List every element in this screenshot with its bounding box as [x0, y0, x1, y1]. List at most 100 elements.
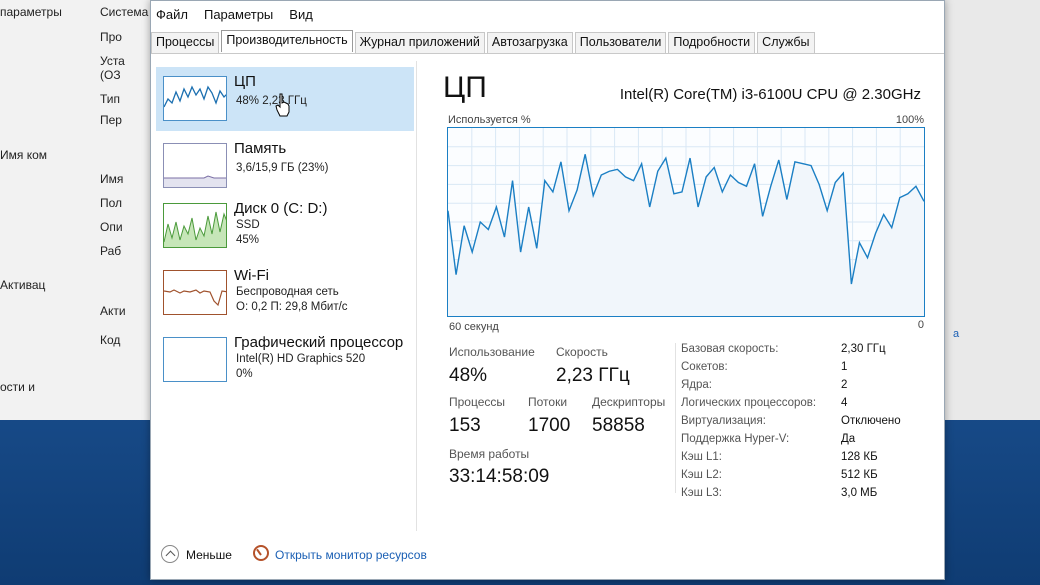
open-resource-monitor-link[interactable]: Открыть монитор ресурсов: [275, 548, 427, 562]
spec-label: Виртуализация:: [681, 415, 766, 427]
settings-link[interactable]: а: [953, 328, 959, 340]
settings-nav-label: Имя ком: [0, 148, 48, 162]
spec-value: 128 КБ: [841, 451, 878, 463]
gpu-model: Intel(R) HD Graphics 520: [236, 353, 366, 365]
wifi-title: Wi-Fi: [234, 267, 269, 284]
settings-field-label: Раб: [100, 244, 122, 258]
hand-cursor-icon: [275, 93, 290, 117]
tab-strip: Процессы Производительность Журнал прило…: [151, 30, 817, 54]
chevron-up-icon[interactable]: [161, 545, 179, 563]
wifi-thumbnail-graph: [163, 270, 227, 315]
disk-thumbnail-graph: [163, 203, 227, 248]
uptime-label: Время работы: [449, 447, 530, 461]
spec-label: Ядра:: [681, 379, 713, 391]
processes-label: Процессы: [449, 395, 506, 409]
spec-label: Сокетов:: [681, 361, 728, 373]
usage-label: Использование: [449, 345, 535, 359]
settings-field-label: Акти: [100, 304, 126, 318]
settings-field-label: Про: [100, 30, 122, 44]
settings-field-label: Опи: [100, 220, 123, 234]
sidebar-item-gpu[interactable]: Графический процессор Intel(R) HD Graphi…: [156, 328, 414, 392]
graph-max-label: 100%: [895, 114, 924, 126]
settings-field-label: Пол: [100, 196, 123, 210]
spec-value: 1: [841, 361, 848, 373]
sidebar-item-memory[interactable]: Память 3,6/15,9 ГБ (23%): [156, 134, 414, 198]
resource-sidebar: ЦП 48% 2,23 ГГц Память 3,6/15,9 ГБ (23%)…: [151, 61, 416, 531]
disk-usage: 45%: [236, 234, 260, 246]
disk-title: Диск 0 (C: D:): [234, 200, 328, 217]
settings-field-label: Система: [100, 5, 149, 19]
menu-options[interactable]: Параметры: [202, 7, 275, 27]
graph-zero-label: 0: [917, 319, 924, 331]
fewer-details-button[interactable]: Меньше: [186, 548, 232, 562]
gpu-thumbnail-graph: [163, 337, 227, 382]
settings-field-label: Имя: [100, 172, 124, 186]
handles-label: Дескрипторы: [592, 395, 666, 409]
spec-value: Отключено: [841, 415, 901, 427]
cpu-summary: 48% 2,23 ГГц: [236, 95, 307, 107]
spec-value: Да: [841, 433, 856, 445]
memory-thumbnail-graph: [163, 143, 227, 188]
cpu-usage-graph: [447, 127, 925, 317]
tab-divider: [151, 53, 944, 54]
processes-value: 153: [449, 415, 481, 436]
resource-monitor-icon[interactable]: [253, 545, 269, 561]
spec-value: 4: [841, 397, 848, 409]
settings-field-label: Тип: [100, 92, 121, 106]
graph-time-label: 60 секунд: [449, 321, 499, 333]
spec-value: 512 КБ: [841, 469, 878, 481]
spec-label: Базовая скорость:: [681, 343, 779, 355]
spec-label: Логических процессоров:: [681, 397, 817, 409]
menu-file[interactable]: Файл: [154, 7, 190, 27]
tab-performance[interactable]: Производительность: [221, 30, 353, 52]
task-manager-window: Файл Параметры Вид Процессы Производител…: [150, 0, 945, 580]
spec-label: Кэш L3:: [681, 487, 722, 499]
tab-users[interactable]: Пользователи: [574, 32, 667, 54]
wifi-throughput: О: 0,2 П: 29,8 Мбит/с: [236, 301, 348, 313]
gpu-usage: 0%: [236, 368, 253, 380]
settings-nav-label: Активац: [0, 278, 46, 292]
sidebar-item-disk[interactable]: Диск 0 (C: D:) SSD 45%: [156, 194, 414, 258]
cpu-panel-title: ЦП: [443, 71, 487, 104]
settings-field-label: Пер: [100, 113, 122, 127]
memory-summary: 3,6/15,9 ГБ (23%): [236, 162, 329, 174]
uptime-value: 33:14:58:09: [449, 466, 550, 487]
stats-divider: [675, 343, 676, 493]
tab-startup[interactable]: Автозагрузка: [486, 32, 573, 54]
spec-value: 2: [841, 379, 848, 391]
cpu-thumbnail-graph: [163, 76, 227, 121]
usage-value: 48%: [449, 365, 488, 386]
tab-details[interactable]: Подробности: [668, 32, 756, 54]
disk-type: SSD: [236, 219, 260, 231]
speed-value: 2,23 ГГц: [556, 365, 630, 386]
spec-label: Поддержка Hyper-V:: [681, 433, 790, 445]
cpu-usage-chart: [447, 128, 925, 316]
tab-app-history[interactable]: Журнал приложений: [354, 32, 485, 54]
cpu-detail-panel: ЦП Intel(R) Core(TM) i3-6100U CPU @ 2.30…: [421, 61, 941, 531]
handles-value: 58858: [592, 415, 645, 436]
footer-bar: Меньше Открыть монитор ресурсов: [151, 541, 946, 571]
settings-field-label: Код: [100, 333, 121, 347]
settings-field-label: Уста: [100, 54, 125, 68]
cpu-model-name: Intel(R) Core(TM) i3-6100U CPU @ 2.30GHz: [619, 86, 921, 103]
cpu-title: ЦП: [234, 73, 256, 90]
settings-nav-label: параметры: [0, 5, 62, 19]
settings-field-label: (ОЗ: [100, 68, 121, 82]
spec-label: Кэш L1:: [681, 451, 722, 463]
gpu-title: Графический процессор: [234, 334, 404, 351]
tab-services[interactable]: Службы: [757, 32, 815, 54]
memory-title: Память: [234, 140, 287, 157]
tab-processes[interactable]: Процессы: [151, 32, 220, 54]
sidebar-divider: [416, 61, 417, 531]
spec-value: 2,30 ГГц: [841, 343, 886, 355]
sidebar-item-wifi[interactable]: Wi-Fi Беспроводная сеть О: 0,2 П: 29,8 М…: [156, 261, 414, 325]
menu-bar: Файл Параметры Вид: [151, 7, 315, 27]
menu-view[interactable]: Вид: [287, 7, 315, 27]
settings-right-panel: а: [945, 0, 1040, 420]
settings-nav-label: ости и: [0, 380, 35, 394]
spec-label: Кэш L2:: [681, 469, 722, 481]
wifi-adapter: Беспроводная сеть: [236, 286, 339, 298]
threads-value: 1700: [528, 415, 571, 436]
speed-label: Скорость: [556, 345, 608, 359]
threads-label: Потоки: [528, 395, 568, 409]
